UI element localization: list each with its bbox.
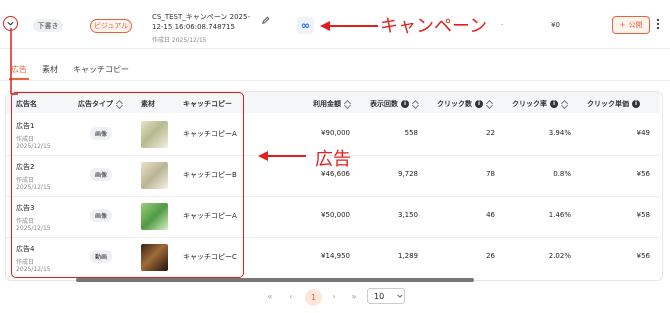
publish-button[interactable]: + 公開	[612, 16, 650, 34]
tabs-divider	[0, 80, 670, 81]
campaign-type-badge: ビジュアル	[90, 19, 132, 33]
col-header-ctr[interactable]: クリック率 i	[512, 99, 568, 109]
ad-cpc: ¥49	[636, 129, 650, 137]
ad-impressions: 9,728	[397, 170, 418, 178]
page-1-button[interactable]: 1	[305, 289, 322, 306]
annotation-label-campaign: キャンペーン	[380, 16, 488, 37]
info-icon[interactable]: i	[550, 100, 558, 108]
ad-impressions: 558	[404, 129, 418, 137]
col-header-impressions[interactable]: 表示回数 i	[370, 99, 419, 109]
info-icon[interactable]: i	[401, 100, 409, 108]
info-icon[interactable]: i	[475, 100, 483, 108]
chevron-down-icon	[7, 21, 14, 26]
col-header-clicks[interactable]: クリック数 i	[437, 99, 493, 109]
ad-impressions: 1,289	[397, 252, 418, 260]
meta-logo-glyph: ∞	[300, 19, 311, 32]
ad-cpc: ¥56	[636, 170, 650, 178]
status-badge: 下書き	[33, 19, 63, 32]
sort-icon	[345, 100, 351, 108]
sort-icon	[413, 100, 419, 108]
col-spend-label: 利用金額	[313, 100, 341, 108]
tab-materials[interactable]: 素材	[42, 64, 58, 75]
divider	[0, 48, 670, 49]
annotation-label-ads: 広告	[315, 149, 351, 170]
campaign-name[interactable]: CS_TEST_キャンペーン 2025- 12-15 16:06:08.7487…	[152, 12, 250, 32]
ad-cpc: ¥56	[636, 252, 650, 260]
prev-page-button[interactable]: ‹	[284, 292, 298, 301]
ad-ctr: 1.46%	[548, 211, 571, 219]
first-page-button[interactable]: «	[263, 292, 277, 301]
col-impressions-label: 表示回数	[370, 100, 398, 108]
campaign-dash: -	[501, 21, 504, 29]
ad-spend: ¥50,000	[321, 211, 350, 219]
publish-label: 公開	[628, 21, 643, 29]
tab-catchcopy[interactable]: キャッチコピー	[73, 64, 129, 75]
ad-spend: ¥46,606	[321, 170, 350, 178]
ad-cpc: ¥58	[636, 211, 650, 219]
annotation-arrow-ads	[258, 151, 306, 161]
annotation-connector	[10, 28, 18, 95]
horizontal-scrollbar[interactable]	[76, 278, 474, 282]
page-size-value: 10	[374, 291, 385, 301]
campaign-name-line2: 12-15 16:06:08.748715	[152, 23, 235, 31]
ad-spend: ¥14,950	[321, 252, 350, 260]
more-vertical-icon[interactable]	[656, 18, 660, 30]
annotation-box-ads	[11, 92, 244, 278]
page-size-select[interactable]: 10	[367, 288, 405, 304]
campaign-name-line1: CS_TEST_キャンペーン 2025-	[152, 13, 250, 21]
col-header-cpc[interactable]: クリック単価 i	[587, 99, 640, 109]
chevron-down-icon	[397, 294, 403, 298]
meta-logo-icon: ∞	[297, 17, 314, 34]
ad-clicks: 26	[486, 252, 495, 260]
ad-spend: ¥90,000	[321, 129, 350, 137]
current-page-label: 1	[310, 293, 317, 302]
campaign-spend: ¥0	[551, 21, 560, 29]
ad-clicks: 22	[486, 129, 495, 137]
ad-ctr: 0.8%	[553, 170, 571, 178]
ad-clicks: 78	[486, 170, 495, 178]
pencil-icon[interactable]	[261, 16, 270, 25]
sort-icon	[562, 100, 568, 108]
last-page-button[interactable]: »	[347, 292, 361, 301]
annotation-arrow-campaign	[320, 21, 378, 31]
col-ctr-label: クリック率	[512, 100, 547, 108]
ad-impressions: 3,150	[397, 211, 418, 219]
ad-ctr: 2.02%	[548, 252, 571, 260]
sort-icon	[487, 100, 493, 108]
ad-clicks: 46	[486, 211, 495, 219]
ad-ctr: 3.94%	[548, 129, 571, 137]
next-page-button[interactable]: ›	[327, 292, 341, 301]
campaign-created: 作成日 2025/12/15	[152, 37, 207, 44]
col-cpc-label: クリック単価	[587, 100, 629, 108]
col-header-spend[interactable]: 利用金額	[313, 99, 351, 109]
plus-icon: +	[619, 21, 626, 29]
col-clicks-label: クリック数	[437, 100, 472, 108]
info-icon[interactable]: i	[632, 100, 640, 108]
